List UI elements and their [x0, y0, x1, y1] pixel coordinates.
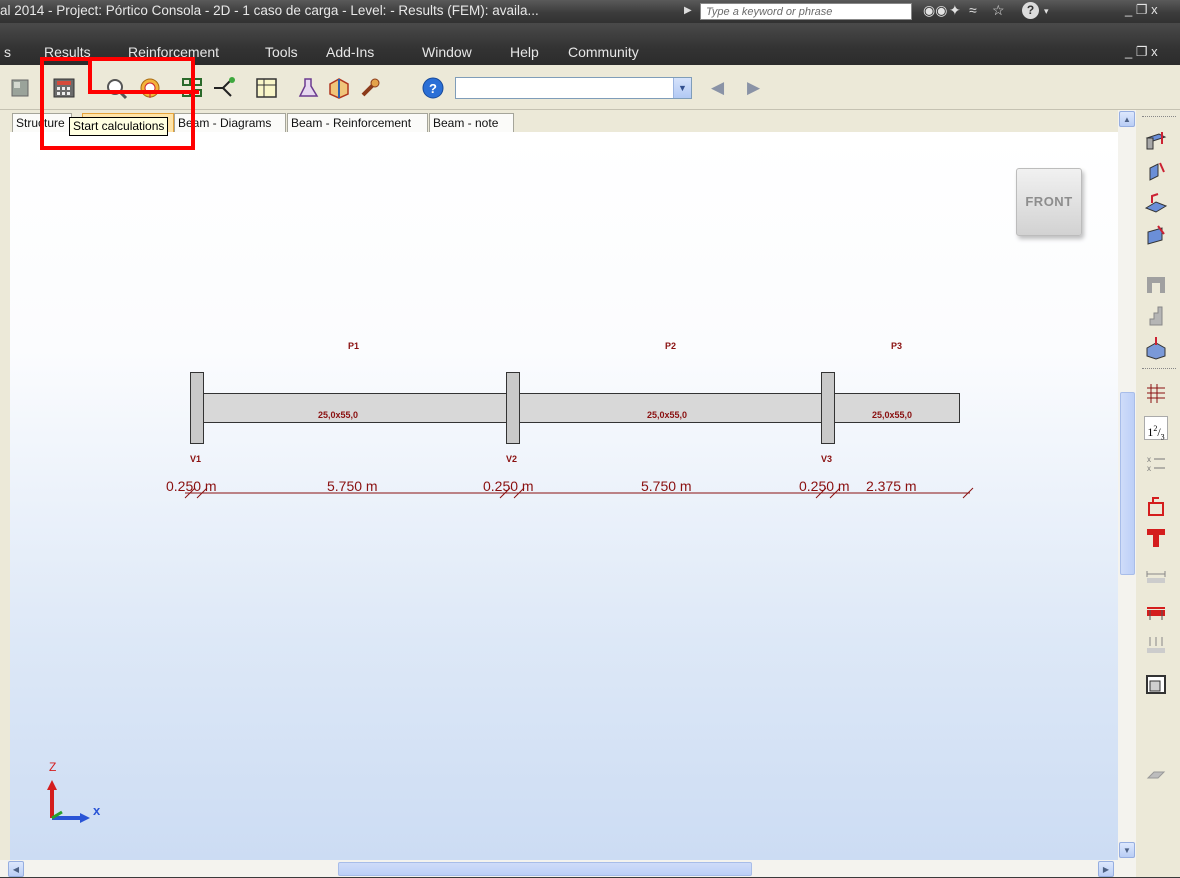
- svg-text:x: x: [1147, 464, 1151, 473]
- menu-item-community[interactable]: Community: [568, 44, 639, 60]
- axis-triad: [47, 780, 90, 823]
- tab-beam-reinforcement[interactable]: Beam - Reinforcement: [287, 113, 428, 132]
- wall-3d-icon[interactable]: [1144, 224, 1168, 248]
- window-controls[interactable]: _ ❐ x: [1125, 2, 1158, 18]
- tools-icon[interactable]: ✦: [949, 2, 961, 19]
- menu-item-tools[interactable]: Tools: [265, 44, 298, 60]
- load-case-icon[interactable]: [1144, 494, 1168, 518]
- favorites-star-icon[interactable]: ☆: [992, 2, 1005, 19]
- legend-icon[interactable]: xx: [1144, 452, 1168, 476]
- svg-text:?: ?: [429, 81, 437, 96]
- support-column-v3: [821, 372, 835, 444]
- connect-icon[interactable]: ≈: [969, 2, 977, 18]
- layer-icon[interactable]: [1144, 762, 1168, 786]
- search-input[interactable]: Type a keyword or phrase: [700, 3, 912, 20]
- model-viewport[interactable]: FRONT P1 P2 P3 25,0x55,0 25,0x55,0 25,0x…: [10, 132, 1118, 860]
- column-3d-icon[interactable]: [1144, 160, 1168, 184]
- axis-z-label: Z: [49, 760, 57, 774]
- scroll-left-icon[interactable]: ◀: [8, 861, 24, 877]
- chevron-down-icon[interactable]: ▼: [673, 78, 691, 98]
- support-column-v1: [190, 372, 204, 444]
- dimension-label: 0.250 m: [166, 478, 217, 494]
- support-label-v2: V2: [506, 454, 518, 464]
- view-selector-dropdown[interactable]: ▼: [455, 77, 692, 99]
- search-expand-icon[interactable]: ▶: [684, 5, 692, 16]
- axis-x-label: x: [93, 803, 101, 818]
- dimension-label: 0.250 m: [483, 478, 534, 494]
- numbering-icon[interactable]: 12/3: [1144, 416, 1168, 441]
- span-label-p1: P1: [348, 341, 360, 351]
- table-icon[interactable]: [254, 76, 280, 100]
- structure-3d-icon[interactable]: [1144, 336, 1168, 360]
- frame-3d-icon[interactable]: [326, 76, 352, 100]
- binoculars-icon[interactable]: ◉◉: [923, 2, 947, 19]
- support-label-v1: V1: [190, 454, 202, 464]
- help-dropdown-icon[interactable]: ▾: [1044, 6, 1049, 17]
- beam-3d-icon[interactable]: [1144, 128, 1168, 152]
- beam-body: [198, 393, 960, 423]
- dimension-line: [184, 487, 974, 499]
- distributed-load-icon[interactable]: [1144, 634, 1168, 658]
- toolbar-handle-icon[interactable]: [10, 76, 36, 100]
- menu-item-s[interactable]: s: [4, 44, 11, 60]
- zoom-icon-overlay: [104, 76, 130, 90]
- dimension-label: 5.750 m: [641, 478, 692, 494]
- beam-span-icon[interactable]: [1144, 566, 1168, 590]
- dimension-label: 0.250 m: [799, 478, 850, 494]
- scroll-right-icon[interactable]: ▶: [1098, 861, 1114, 877]
- support-label-v3: V3: [821, 454, 833, 464]
- scroll-up-icon[interactable]: ▲: [1119, 111, 1135, 127]
- nodes-icon-overlay: [180, 76, 194, 90]
- span-label-p3: P3: [891, 341, 903, 351]
- slab-3d-icon[interactable]: [1144, 192, 1168, 216]
- stairs-icon[interactable]: [1144, 304, 1168, 328]
- panel-divider: [1142, 368, 1176, 371]
- scroll-down-icon[interactable]: ▼: [1119, 842, 1135, 858]
- arrow-branch-icon[interactable]: [211, 76, 237, 100]
- horizontal-scroll-thumb[interactable]: [338, 862, 752, 876]
- section-label-p2: 25,0x55,0: [647, 410, 688, 420]
- window-title: al 2014 - Project: Pórtico Consola - 2D …: [0, 3, 539, 18]
- nav-prev-icon[interactable]: ◀: [711, 78, 724, 98]
- section-label-p1: 25,0x55,0: [318, 410, 359, 420]
- highlight-notch: [88, 90, 199, 94]
- title-bar: al 2014 - Project: Pórtico Consola - 2D …: [0, 0, 1180, 23]
- foundation-icon[interactable]: [1144, 272, 1168, 296]
- menu-item-add-ins[interactable]: Add-Ins: [326, 44, 374, 60]
- support-column-v2: [506, 372, 520, 444]
- section-label-p3: 25,0x55,0: [872, 410, 913, 420]
- flask-icon[interactable]: [296, 76, 322, 100]
- svg-text:x: x: [1147, 455, 1151, 464]
- span-label-p2: P2: [665, 341, 677, 351]
- target-icon-overlay: [137, 76, 163, 90]
- document-window-controls[interactable]: _ ❐ x: [1125, 44, 1158, 60]
- viewcube-front[interactable]: FRONT: [1016, 168, 1082, 236]
- menu-item-window[interactable]: Window: [422, 44, 472, 60]
- vertical-scroll-thumb[interactable]: [1120, 392, 1135, 575]
- window-frame-icon[interactable]: [1144, 672, 1168, 696]
- help-circle-icon[interactable]: ?: [421, 76, 447, 100]
- nav-next-icon[interactable]: ▶: [747, 78, 760, 98]
- panel-grip: [1142, 116, 1176, 119]
- section-t-icon[interactable]: [1144, 526, 1168, 550]
- menu-item-help[interactable]: Help: [510, 44, 539, 60]
- dimension-label: 5.750 m: [327, 478, 378, 494]
- tab-beam-note[interactable]: Beam - note: [429, 113, 514, 132]
- left-edge: [0, 110, 10, 877]
- grid-icon[interactable]: [1144, 382, 1168, 406]
- help-icon[interactable]: ?: [1022, 2, 1039, 19]
- dimension-label: 2.375 m: [866, 478, 917, 494]
- wrench-icon[interactable]: [358, 76, 384, 100]
- beam-load-icon[interactable]: [1144, 600, 1168, 624]
